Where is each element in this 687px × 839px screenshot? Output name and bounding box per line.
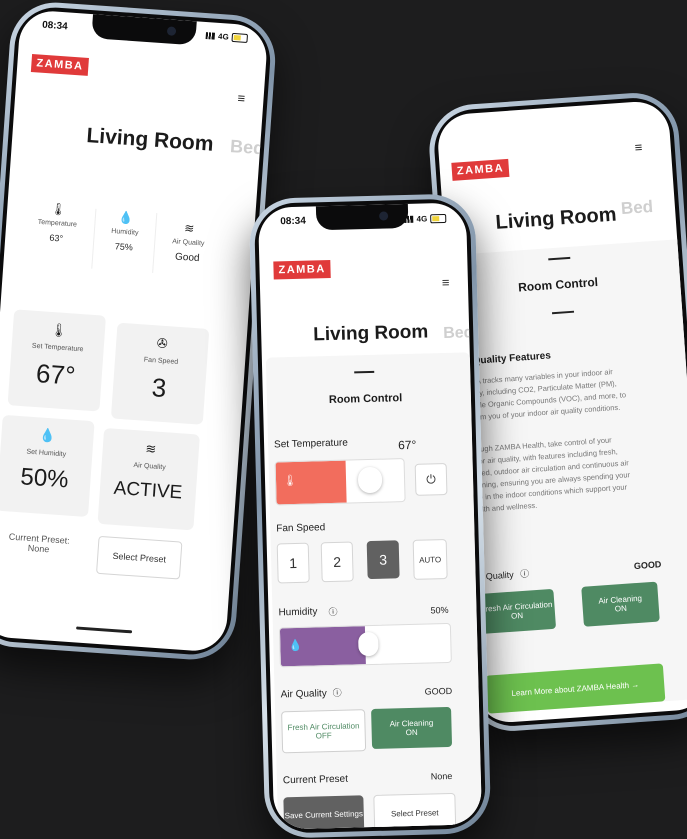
select-preset-button[interactable]: Select Preset	[373, 792, 457, 830]
set-temperature-value: 67°	[397, 437, 417, 453]
wind-icon: ≋	[144, 440, 157, 457]
room-control-panel: Room Control Set Temperature 67° 🌡 ⏻ Fan…	[265, 352, 483, 830]
fan-icon: ✇	[156, 335, 169, 352]
thermometer-icon: 🌡	[50, 201, 67, 217]
signal-icon	[205, 32, 216, 40]
features-paragraph-2: hrough ZAMBA Health, take control of you…	[469, 435, 631, 515]
current-preset-value: None	[430, 770, 453, 782]
air-quality-label: Air Quality	[280, 688, 327, 701]
phone-left-screen: 08:34 4G ZAMBA ≡ Living Room Bed 🌡 Tempe…	[0, 9, 269, 653]
save-current-settings-button[interactable]: Save Current Settings	[283, 795, 365, 830]
room-control-divider	[551, 310, 575, 315]
air-cleaning-toggle[interactable]: Air Cleaning ON	[581, 581, 660, 627]
brand-logo[interactable]: ZAMBA	[273, 259, 331, 280]
network-label: 4G	[416, 214, 428, 224]
current-preset: Current Preset: None	[8, 531, 71, 555]
brand-logo[interactable]: ZAMBA	[451, 158, 510, 181]
battery-icon	[231, 32, 249, 43]
droplet-icon: 💧	[288, 639, 303, 653]
next-room-title[interactable]: Bed	[443, 324, 474, 343]
thermometer-icon: 🌡	[50, 321, 68, 339]
set-temperature-label: Set Temperature	[273, 437, 348, 451]
set-temperature-tile[interactable]: 🌡 Set Temperature 67°	[7, 309, 107, 412]
camera-icon	[379, 211, 389, 221]
room-control-heading: Room Control	[517, 274, 599, 295]
status-time: 08:34	[280, 215, 306, 228]
droplet-icon: 💧	[117, 210, 134, 226]
room-title: Living Room	[85, 124, 215, 156]
hamburger-menu-icon[interactable]: ≡	[237, 90, 246, 105]
room-control-heading: Room Control	[328, 392, 403, 407]
hamburger-menu-icon[interactable]: ≡	[634, 140, 643, 155]
room-title: Living Room	[494, 203, 618, 234]
air-quality-value: GOOD	[424, 685, 453, 697]
reading-air-quality: ≋ Air Quality Good	[153, 219, 223, 283]
droplet-icon: 💧	[38, 427, 57, 444]
air-quality-value: GOOD	[633, 559, 662, 572]
brand-logo[interactable]: ZAMBA	[30, 53, 90, 76]
phone-mid-screen: 08:34 4G ZAMBA ≡ Living Room Bed Room Co…	[257, 202, 483, 830]
network-label: 4G	[217, 31, 230, 42]
fan-speed-option-3[interactable]: 3	[366, 540, 400, 580]
fan-speed-option-1[interactable]: 1	[276, 542, 310, 584]
room-control-divider	[548, 256, 571, 261]
next-room-title[interactable]: Bed	[229, 136, 264, 159]
humidity-value: 50%	[430, 604, 449, 616]
room-title: Living Room	[312, 321, 429, 346]
select-preset-button[interactable]: Select Preset	[96, 535, 183, 580]
fresh-air-circulation-toggle[interactable]: Fresh Air Circulation OFF	[281, 709, 367, 754]
reading-humidity: 💧 Humidity 75%	[91, 208, 158, 273]
battery-icon	[430, 213, 447, 224]
info-icon[interactable]: ⓘ	[328, 605, 337, 618]
air-cleaning-toggle[interactable]: Air Cleaning ON	[371, 706, 453, 750]
air-quality-tile[interactable]: ≋ Air Quality ACTIVE	[97, 427, 200, 531]
room-control-divider	[354, 370, 375, 374]
humidity-slider-handle[interactable]	[358, 631, 379, 657]
phone-left: 08:34 4G ZAMBA ≡ Living Room Bed 🌡 Tempe…	[0, 0, 279, 663]
phone-mid: 08:34 4G ZAMBA ≡ Living Room Bed Room Co…	[248, 193, 492, 839]
fan-speed-label: Fan Speed	[276, 522, 326, 535]
next-room-title[interactable]: Bed	[620, 197, 653, 219]
reading-temperature: 🌡 Temperature 63°	[22, 200, 92, 264]
info-icon[interactable]: ⓘ	[520, 566, 530, 580]
fresh-air-circulation-toggle[interactable]: Fresh Air Circulation ON	[477, 588, 557, 635]
fan-speed-tile[interactable]: ✇ Fan Speed 3	[110, 322, 210, 425]
features-paragraph-1: MBA tracks many variables in your indoor…	[464, 367, 627, 423]
power-button[interactable]: ⏻	[414, 462, 448, 496]
temperature-slider[interactable]: 🌡	[274, 458, 406, 506]
current-preset-label: Current Preset	[282, 773, 349, 787]
info-icon[interactable]: ⓘ	[332, 686, 341, 699]
status-time: 08:34	[41, 19, 69, 33]
temperature-slider-handle[interactable]	[357, 466, 383, 494]
hamburger-menu-icon[interactable]: ≡	[442, 275, 450, 290]
camera-icon	[166, 26, 177, 36]
wind-icon: ≋	[183, 221, 195, 236]
home-indicator	[76, 626, 133, 634]
fan-speed-option-auto[interactable]: AUTO	[412, 539, 448, 580]
humidity-slider[interactable]: 💧	[278, 622, 452, 668]
fan-speed-option-2[interactable]: 2	[320, 541, 354, 583]
learn-more-button[interactable]: Learn More about ZAMBA Health →	[485, 663, 666, 714]
humidity-label: Humidity	[278, 606, 318, 619]
thermometer-icon: 🌡	[282, 474, 298, 488]
set-humidity-tile[interactable]: 💧 Set Humidity 50%	[0, 414, 95, 518]
